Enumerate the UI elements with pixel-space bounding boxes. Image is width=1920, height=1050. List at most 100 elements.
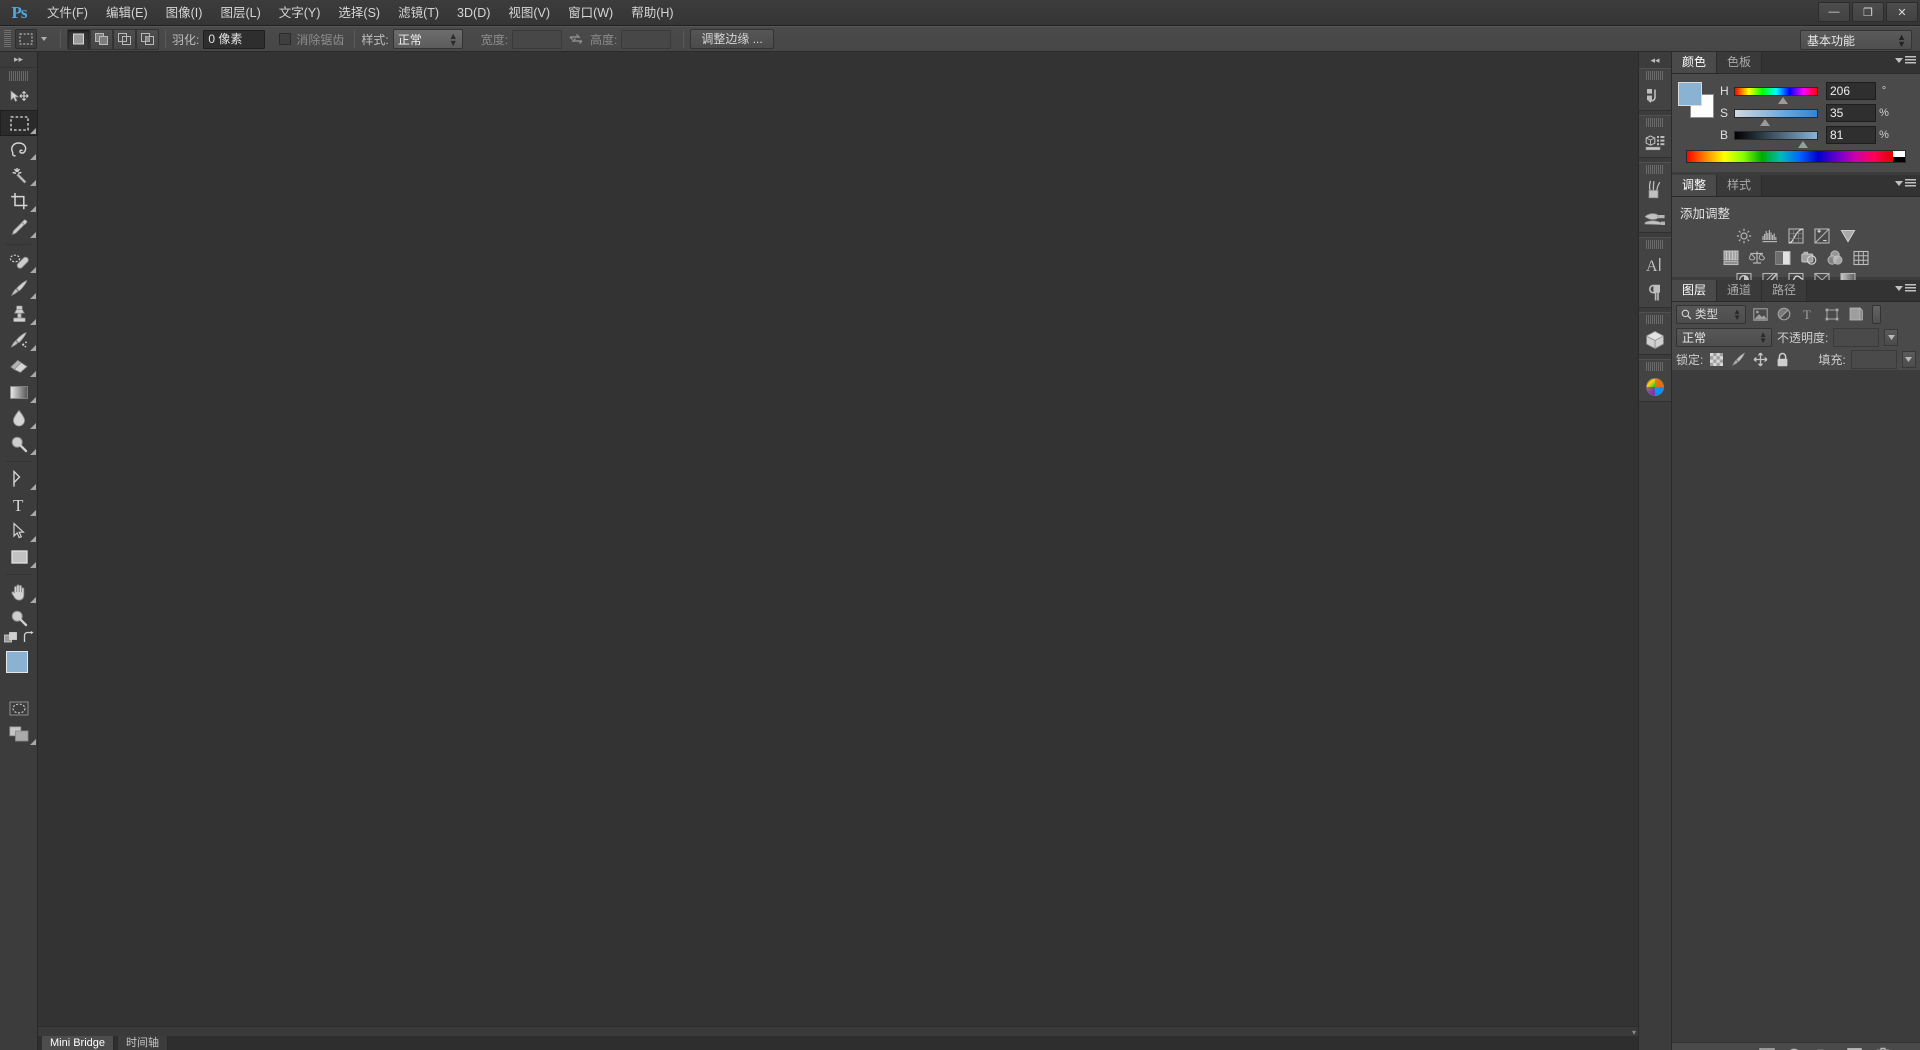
curves-icon[interactable] (1788, 228, 1805, 245)
width-input[interactable] (512, 29, 563, 49)
saturation-slider[interactable] (1734, 108, 1818, 126)
close-button[interactable]: ✕ (1886, 2, 1918, 22)
filter-enable-toggle[interactable] (1872, 304, 1881, 324)
brightness-value-input[interactable]: 81 (1826, 126, 1876, 144)
spectrum-gradient[interactable] (1687, 151, 1893, 162)
link-layers-button[interactable] (1700, 1046, 1718, 1050)
measurement-log-panel-icon[interactable] (1639, 129, 1671, 157)
filter-pixel-icon[interactable] (1750, 305, 1770, 324)
menu-item-layer[interactable]: 图层(L) (211, 0, 269, 26)
height-input[interactable] (621, 29, 672, 49)
paragraph-panel-icon[interactable] (1639, 279, 1671, 307)
dock-grip[interactable] (1646, 118, 1664, 127)
lock-image-pixels-icon[interactable] (1730, 351, 1747, 368)
tab-channels[interactable]: 通道 (1717, 280, 1763, 301)
tab-adjustments[interactable]: 调整 (1672, 175, 1718, 196)
color-lookup-icon[interactable] (1853, 250, 1870, 267)
lasso-tool[interactable] (0, 136, 38, 162)
new-group-button[interactable] (1816, 1046, 1834, 1050)
collapse-left-icon[interactable]: ◂◂ (1639, 52, 1671, 68)
spectrum-white-black[interactable] (1893, 151, 1905, 162)
character-panel-icon[interactable]: A (1639, 251, 1671, 279)
shape-tool[interactable] (0, 544, 38, 570)
blur-tool[interactable] (0, 405, 38, 431)
eyedropper-tool[interactable] (0, 214, 38, 240)
new-selection-button[interactable] (67, 28, 90, 50)
color-balance-icon[interactable] (1749, 250, 1766, 267)
antialias-checkbox[interactable] (279, 33, 292, 45)
quick-mask-icon[interactable] (0, 695, 38, 721)
new-adjustment-layer-button[interactable] (1787, 1046, 1805, 1050)
hand-tool[interactable] (0, 579, 38, 605)
zoom-tool[interactable] (0, 605, 38, 631)
menu-item-3d[interactable]: 3D(D) (448, 0, 499, 26)
hue-saturation-icon[interactable] (1723, 250, 1740, 267)
dock-grip[interactable] (1646, 240, 1664, 249)
subtract-from-selection-button[interactable] (113, 28, 136, 50)
add-to-selection-button[interactable] (90, 28, 113, 50)
hue-slider-thumb[interactable] (1778, 96, 1788, 104)
style-select[interactable]: 正常 ▲ ▼ (392, 29, 463, 49)
dock-grip[interactable] (1646, 362, 1664, 371)
gradient-tool[interactable] (0, 379, 38, 405)
color-wheel-panel-icon[interactable] (1639, 373, 1671, 401)
brush-panel-icon[interactable] (1639, 176, 1671, 204)
tab-swatches[interactable]: 色板 (1717, 52, 1763, 73)
eraser-tool[interactable] (0, 353, 38, 379)
filter-type-icon[interactable]: T (1798, 305, 1818, 324)
brightness-contrast-icon[interactable] (1736, 228, 1753, 245)
color-spectrum-ramp[interactable] (1686, 150, 1906, 163)
brush-tool[interactable] (0, 275, 38, 301)
tab-paths[interactable]: 路径 (1762, 280, 1808, 301)
tool-preset-chevron-down-icon[interactable] (41, 37, 47, 41)
dock-grip[interactable] (1646, 165, 1664, 174)
menu-item-view[interactable]: 视图(V) (499, 0, 559, 26)
menu-item-filter[interactable]: 滤镜(T) (389, 0, 448, 26)
lock-transparent-pixels-icon[interactable] (1708, 351, 1725, 368)
crop-tool[interactable] (0, 188, 38, 214)
layers-list[interactable] (1672, 370, 1920, 1042)
screen-mode-icon[interactable] (0, 721, 38, 747)
history-brush-tool[interactable] (0, 327, 38, 353)
menu-item-edit[interactable]: 编辑(E) (97, 0, 157, 26)
saturation-slider-thumb[interactable] (1760, 118, 1770, 126)
color-panel-menu-button[interactable] (1895, 56, 1916, 65)
foreground-color-swatch[interactable] (6, 651, 28, 673)
filter-smart-object-icon[interactable] (1846, 305, 1866, 324)
tools-panel-grip[interactable] (9, 71, 28, 81)
rectangular-marquee-tool[interactable] (0, 110, 38, 136)
type-tool[interactable]: T (0, 492, 38, 518)
workspace-select[interactable]: 基本功能 ▲ ▼ (1800, 30, 1912, 50)
layer-style-button[interactable]: fx (1729, 1046, 1747, 1050)
path-selection-tool[interactable] (0, 518, 38, 544)
delete-layer-button[interactable] (1874, 1046, 1892, 1050)
pen-tool[interactable] (0, 466, 38, 492)
swap-dimensions-icon[interactable] (562, 33, 590, 45)
spot-healing-tool[interactable] (0, 249, 38, 275)
menu-item-window[interactable]: 窗口(W) (559, 0, 622, 26)
blend-mode-select[interactable]: 正常 ▲ ▼ (1676, 327, 1772, 347)
tab-layers[interactable]: 图层 (1672, 280, 1718, 301)
collapse-right-icon[interactable]: ▸▸ (0, 52, 37, 68)
clone-stamp-tool[interactable] (0, 301, 38, 327)
exposure-icon[interactable] (1814, 228, 1831, 245)
fill-chevron-down-icon[interactable] (1901, 350, 1916, 368)
default-colors-icon[interactable] (4, 632, 18, 648)
dodge-tool[interactable] (0, 431, 38, 457)
menu-item-help[interactable]: 帮助(H) (622, 0, 682, 26)
tab-styles[interactable]: 样式 (1717, 175, 1763, 196)
filter-adjustment-icon[interactable] (1774, 305, 1794, 324)
photo-filter-icon[interactable] (1800, 250, 1818, 267)
brush-presets-panel-icon[interactable] (1639, 204, 1671, 232)
tab-timeline[interactable]: 时间轴 (118, 1036, 169, 1050)
adjustments-panel-menu-button[interactable] (1895, 179, 1916, 188)
swap-colors-icon[interactable] (22, 631, 35, 647)
3d-panel-icon[interactable] (1639, 326, 1671, 354)
layer-filter-kind-select[interactable]: 类型 ▲ ▼ (1676, 304, 1746, 324)
minimize-button[interactable]: — (1818, 2, 1850, 22)
channel-mixer-icon[interactable] (1827, 250, 1844, 267)
saturation-value-input[interactable]: 35 (1826, 104, 1876, 122)
menu-item-select[interactable]: 选择(S) (329, 0, 389, 26)
layers-panel-menu-button[interactable] (1895, 284, 1916, 293)
opacity-chevron-down-icon[interactable] (1884, 328, 1899, 346)
